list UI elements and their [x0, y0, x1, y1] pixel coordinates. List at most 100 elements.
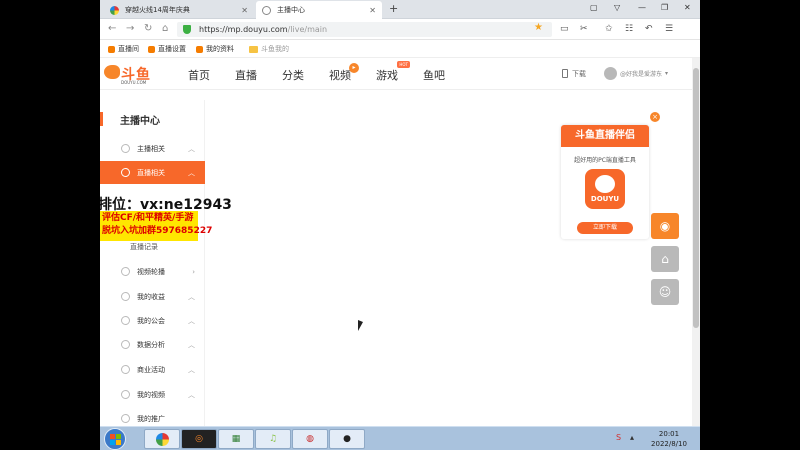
browser-logo-icon: [155, 432, 169, 446]
apps-icon[interactable]: ☷: [625, 24, 633, 34]
nav-games[interactable]: 游戏 HOT: [376, 61, 410, 83]
menu-icon[interactable]: ☰: [665, 24, 673, 34]
close-ad-button[interactable]: ×: [650, 112, 660, 122]
home-float-button[interactable]: ⌂: [651, 246, 679, 272]
forward-icon[interactable]: →: [126, 23, 134, 34]
sidebar: 主播中心 主播相关 ︿ 直播相关 ︿ 直播记录 视频轮播 › 我的收益 ︿ 我的…: [100, 100, 205, 426]
taskbar-browser[interactable]: [144, 429, 180, 449]
robot-icon: ☺: [658, 285, 672, 299]
tray-expand-icon[interactable]: ▴: [630, 433, 634, 442]
sidebar-item-live[interactable]: 直播相关 ︿: [100, 161, 205, 184]
tab-label: 穿越火线14周年庆典: [125, 6, 190, 14]
tab-count-icon[interactable]: ▢: [590, 3, 598, 12]
sidebar-item-data-analysis[interactable]: 数据分析 ︿: [100, 333, 205, 356]
cut-icon[interactable]: ✂: [580, 24, 588, 34]
undo-icon[interactable]: ↶: [645, 24, 653, 34]
hot-badge: HOT: [397, 61, 410, 68]
chart-app-icon: ▦: [231, 434, 241, 444]
close-window-button[interactable]: ✕: [684, 3, 691, 12]
url-path: /live/main: [287, 25, 328, 34]
sidebar-item-business[interactable]: 商业活动 ︿: [100, 358, 205, 381]
tab-anchor-center[interactable]: 主播中心 ✕: [256, 1, 382, 19]
page-scrollbar[interactable]: [692, 58, 700, 426]
sidebar-item-guild[interactable]: 我的公会 ︿: [100, 309, 205, 332]
new-tab-button[interactable]: +: [389, 2, 398, 15]
overlay-box: 评估CF/和平精英/手游 脱坑入坑加群597685227: [100, 211, 213, 241]
video-badge-icon: ▸: [349, 63, 359, 73]
nav-category[interactable]: 分类: [282, 67, 304, 83]
windows-logo-pane: [110, 440, 115, 445]
nav-video[interactable]: 视频 ▸: [329, 63, 359, 83]
music-app-icon: ♫: [268, 434, 278, 444]
taskbar-app-3[interactable]: ▦: [218, 429, 254, 449]
douyu-app-icon: DOUYU: [585, 169, 625, 209]
scrollbar-thumb[interactable]: [693, 68, 699, 328]
logo-subtext: DOUYU.COM: [121, 80, 147, 85]
taskbar-app-5[interactable]: ◍: [292, 429, 328, 449]
app-icon-text: DOUYU: [590, 195, 620, 203]
douyu-logo[interactable]: 斗鱼 DOUYU.COM: [104, 62, 156, 86]
nav-home[interactable]: 首页: [188, 67, 210, 83]
download-link[interactable]: 下载: [562, 69, 586, 79]
bookmark-item[interactable]: 直播设置: [148, 44, 186, 54]
sidebar-item-my-videos[interactable]: 我的视频 ︿: [100, 383, 205, 406]
app-c-icon: ◎: [195, 434, 203, 444]
bookmark-icon[interactable]: ▭: [560, 24, 569, 34]
taskbar-app-2[interactable]: ◎: [181, 429, 217, 449]
briefcase-icon: [121, 365, 130, 374]
folder-icon: [249, 45, 258, 53]
home-icon[interactable]: ⌂: [162, 23, 168, 34]
chevron-up-icon: ︿: [188, 390, 195, 399]
live-tool-button[interactable]: ◉: [651, 213, 679, 239]
bookmark-star-icon[interactable]: ★: [534, 22, 543, 33]
restore-icon[interactable]: ▽: [614, 3, 620, 12]
tab-cf-anniversary[interactable]: 穿越火线14周年庆典 ✕: [104, 1, 254, 19]
video-icon: [121, 390, 130, 399]
back-icon[interactable]: ←: [108, 23, 116, 34]
user-menu[interactable]: @好我是爱游东 ▾: [604, 67, 668, 80]
globe-icon: [262, 5, 271, 15]
bookmark-item[interactable]: 我的资料: [196, 44, 234, 54]
input-method-icon[interactable]: S: [616, 433, 621, 442]
taskbar-obs[interactable]: ●: [329, 429, 365, 449]
chevron-down-icon: ▾: [665, 70, 669, 77]
live-companion-ad: 斗鱼直播伴侣 超好用的PC端直播工具 DOUYU 立即下载: [561, 125, 649, 239]
close-tab-icon[interactable]: ✕: [241, 6, 248, 15]
play-circle-icon: ◉: [659, 219, 671, 233]
taskbar-app-4[interactable]: ♫: [255, 429, 291, 449]
windows-logo-icon: [110, 434, 115, 439]
url-host: https://mp.douyu.com: [199, 25, 288, 34]
robot-float-button[interactable]: ☺: [651, 279, 679, 305]
minimize-button[interactable]: —: [638, 3, 646, 12]
url-field[interactable]: https://mp.douyu.com /live/main: [177, 22, 552, 37]
system-clock[interactable]: 20:01 2022/8/10: [644, 429, 694, 449]
overlay-line3: 脱坑入坑加群597685227: [102, 226, 213, 236]
sidebar-item-label: 主播相关: [137, 144, 165, 153]
sidebar-item-income[interactable]: 我的收益 ︿: [100, 285, 205, 308]
start-button[interactable]: [104, 428, 126, 450]
nav-live[interactable]: 直播: [235, 67, 257, 83]
maximize-button[interactable]: ❐: [661, 3, 668, 12]
nav-fishbar[interactable]: 鱼吧: [423, 67, 445, 83]
bookmark-folder[interactable]: 斗鱼我的: [249, 44, 289, 54]
mic-icon: [121, 144, 130, 153]
site-header: 斗鱼 DOUYU.COM 首页 直播 分类 视频 ▸ 游戏 HOT 鱼吧 下载 …: [100, 58, 692, 90]
sidebar-subitem-live-record[interactable]: 直播记录: [130, 242, 158, 252]
bookmark-item[interactable]: 直播间: [108, 44, 139, 54]
star-manage-icon[interactable]: ✩: [605, 24, 613, 34]
chevron-up-icon: ︿: [188, 340, 195, 349]
bank-app-icon: ◍: [306, 434, 314, 444]
nav-video-label: 视频: [329, 69, 351, 82]
ad-subtitle: 超好用的PC端直播工具: [574, 157, 636, 164]
phone-icon: [562, 69, 568, 78]
chevron-up-icon: ︿: [188, 168, 195, 177]
refresh-icon[interactable]: ↻: [144, 23, 152, 34]
douyu-favicon-icon: [108, 45, 115, 53]
download-now-button[interactable]: 立即下载: [577, 222, 633, 234]
download-label: 下载: [572, 70, 586, 78]
sidebar-item-anchor[interactable]: 主播相关 ︿: [100, 137, 205, 160]
sidebar-item-label: 我的推广: [137, 414, 165, 423]
close-tab-icon[interactable]: ✕: [369, 6, 376, 15]
chevron-right-icon: ›: [192, 267, 195, 276]
sidebar-item-video-carousel[interactable]: 视频轮播 ›: [100, 260, 205, 283]
